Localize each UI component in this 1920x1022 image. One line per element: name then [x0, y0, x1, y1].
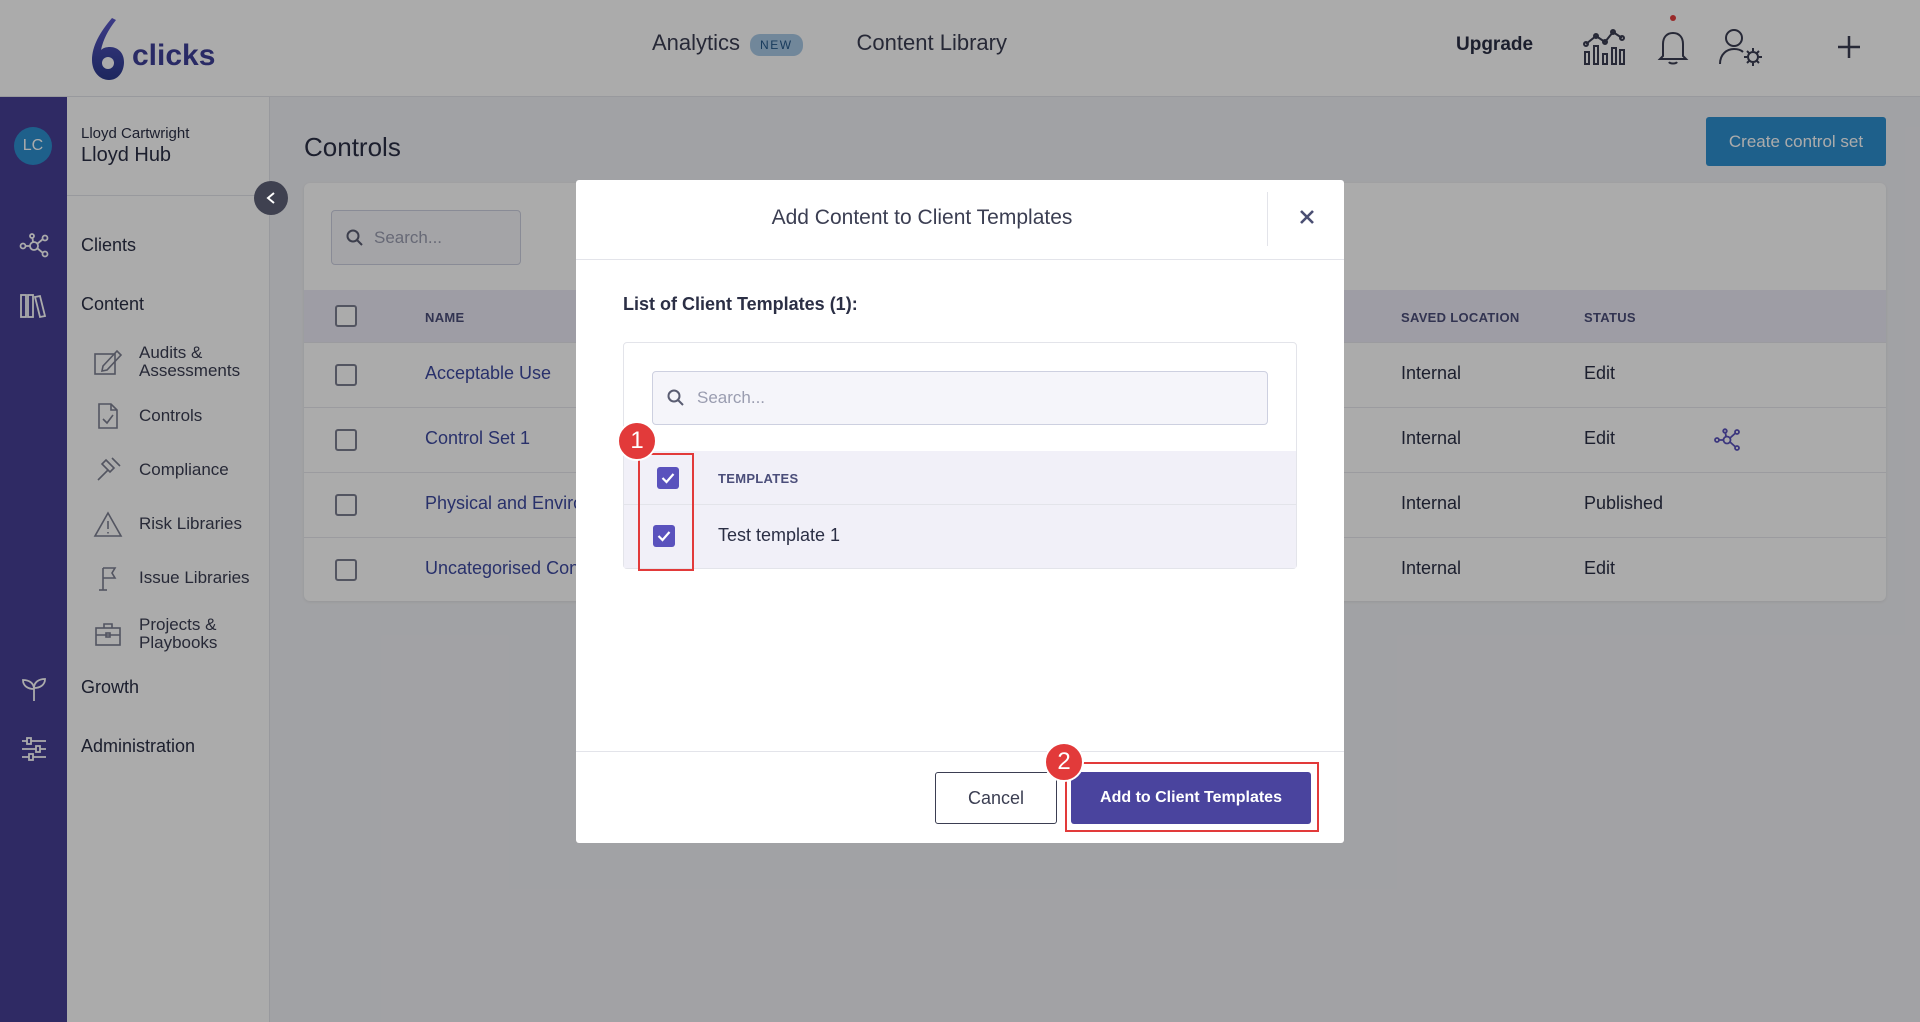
step-marker-1: 1: [617, 421, 657, 461]
template-row[interactable]: Test template 1: [624, 505, 1296, 568]
templates-header: TEMPLATES: [624, 451, 1296, 505]
cancel-button[interactable]: Cancel: [935, 772, 1057, 824]
highlight-box-checkboxes: [638, 453, 694, 571]
modal-title: Add Content to Client Templates: [771, 206, 1073, 229]
modal-header: Add Content to Client Templates: [576, 180, 1344, 260]
column-header-templates: TEMPLATES: [718, 471, 799, 486]
close-icon: [1300, 210, 1314, 224]
templates-list-label: List of Client Templates (1):: [623, 294, 858, 314]
chevron-left-icon: [266, 192, 275, 204]
template-name: Test template 1: [718, 525, 841, 545]
template-search-input[interactable]: Search...: [652, 371, 1268, 425]
search-icon: [667, 389, 684, 406]
header-separator: [1267, 192, 1268, 246]
close-button[interactable]: [1292, 202, 1322, 232]
collapse-sidebar-button[interactable]: [254, 181, 288, 215]
step-marker-2: 2: [1044, 742, 1084, 782]
highlight-box-submit: [1065, 762, 1319, 832]
search-placeholder: Search...: [697, 388, 766, 407]
templates-list: Search... TEMPLATES Test template 1: [623, 342, 1297, 569]
